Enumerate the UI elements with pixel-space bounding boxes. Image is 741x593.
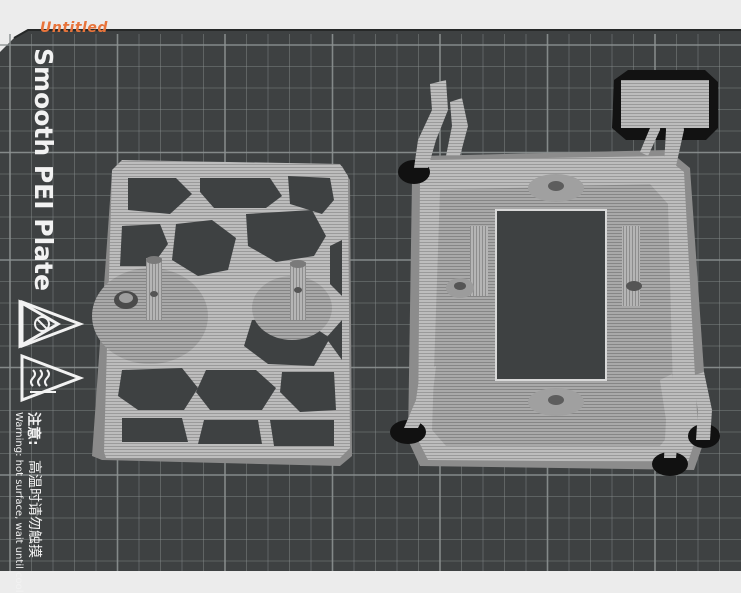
honeycomb-panel-model[interactable] xyxy=(92,160,352,466)
3d-viewport[interactable]: Untitled Smooth PEI Plate 注意: 高温时请勿触摸 Wa… xyxy=(0,0,741,593)
warning-text-english: Warning: hot surface, wait until cool xyxy=(13,412,24,593)
plate-brand-label: Smooth PEI Plate xyxy=(29,48,58,291)
plate-title[interactable]: Untitled xyxy=(40,20,108,36)
warning-text-chinese: 高温时请勿触摸 xyxy=(26,460,42,558)
warning-label: 注意: xyxy=(25,412,41,446)
